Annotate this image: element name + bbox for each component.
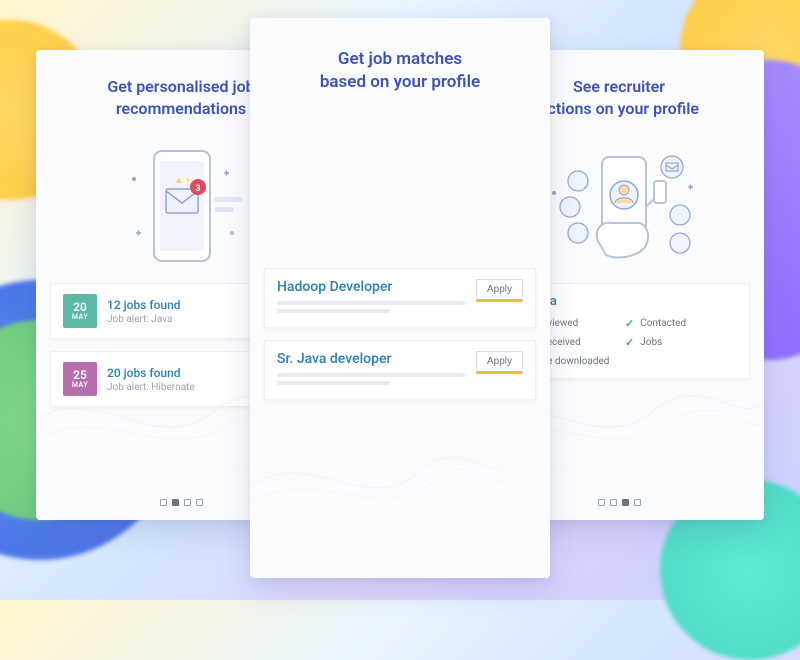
dot[interactable] (610, 499, 617, 506)
dot[interactable] (598, 499, 605, 506)
title-line: actions on your profile (539, 99, 699, 118)
apply-button[interactable]: Apply (476, 279, 523, 302)
dot[interactable] (196, 499, 203, 506)
title-line: based on your profile (320, 72, 480, 92)
dot[interactable] (184, 499, 191, 506)
recruiter-action-item: ✓Jobs (625, 336, 737, 349)
job-title: Sr. Java developer (277, 351, 466, 367)
date-day: 20 (73, 301, 87, 313)
apply-button[interactable]: Apply (476, 351, 523, 374)
job-match-card[interactable]: Hadoop Developer Apply (264, 268, 536, 328)
center-illustration-placeholder (250, 108, 550, 268)
dot[interactable] (634, 499, 641, 506)
recruiter-action-item: ✓Contacted (625, 317, 737, 330)
job-match-card[interactable]: Sr. Java developer Apply (264, 340, 536, 400)
title-line: See recruiter (573, 77, 665, 96)
svg-text:3: 3 (195, 184, 200, 194)
screen-title: Get job matches based on your profile (250, 18, 550, 108)
alert-subtitle: Job alert: Java (107, 314, 181, 325)
placeholder-lines (277, 301, 466, 313)
placeholder-lines (277, 373, 466, 385)
dot-active[interactable] (622, 499, 629, 506)
check-icon: ✓ (625, 317, 634, 330)
title-line: Get job matches (338, 49, 462, 69)
title-line: Get personalised job (107, 77, 254, 96)
dot[interactable] (160, 499, 167, 506)
date-chip: 20 MAY (63, 294, 97, 328)
date-month: MAY (72, 313, 88, 321)
onboarding-screen-matches: Get job matches based on your profile Ha… (250, 18, 550, 578)
dot-active[interactable] (172, 499, 179, 506)
title-line: recommendations (116, 99, 246, 118)
job-title: Hadoop Developer (277, 279, 466, 295)
check-icon: ✓ (625, 336, 634, 349)
alert-title: 12 jobs found (107, 298, 181, 312)
